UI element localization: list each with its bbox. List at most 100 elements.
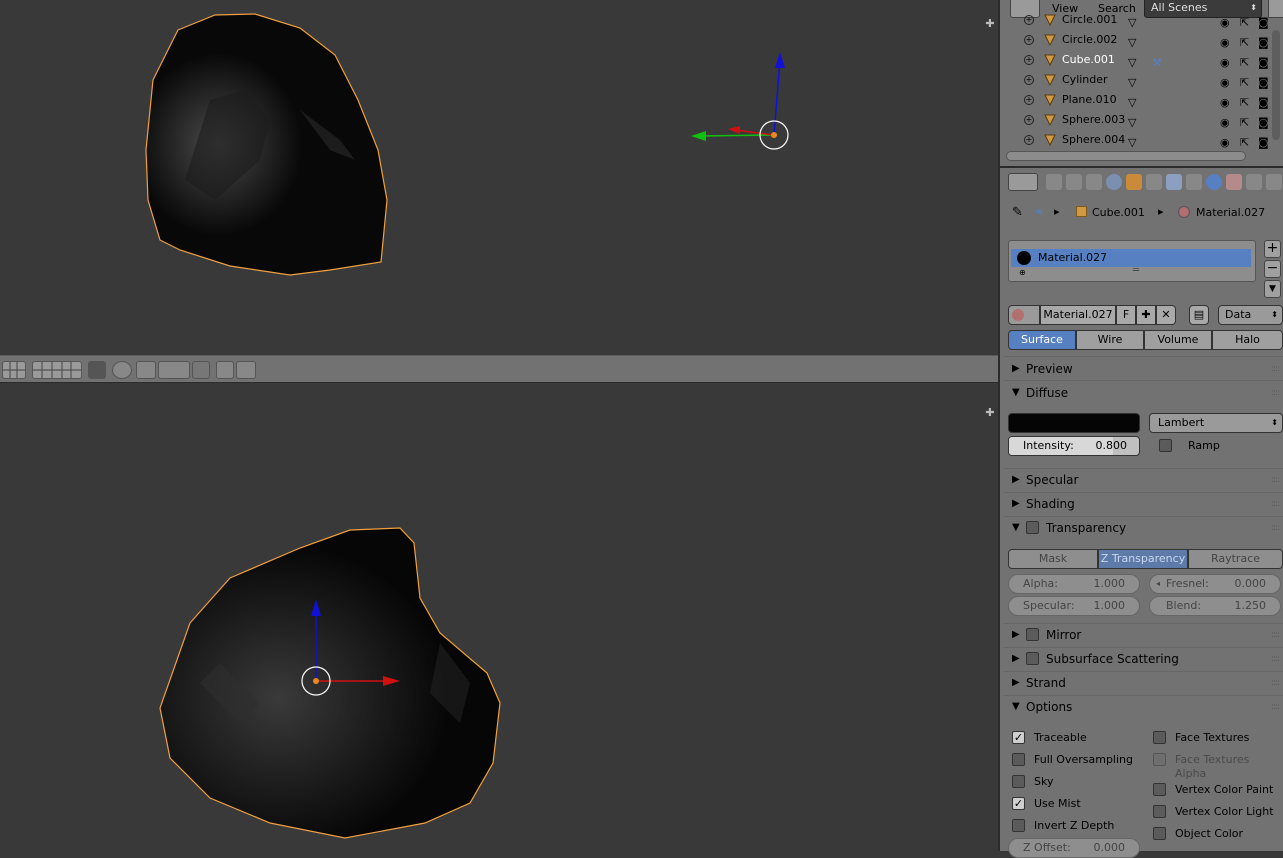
pin-icon[interactable]: ✎ bbox=[1012, 205, 1023, 220]
material-tab-icon[interactable] bbox=[1206, 174, 1222, 190]
sky-checkbox[interactable] bbox=[1012, 775, 1025, 788]
decrement-icon[interactable]: ◂ bbox=[1156, 575, 1160, 593]
copy-material-button[interactable]: ▤ bbox=[1189, 305, 1209, 325]
camera-icon[interactable]: ◙ bbox=[1258, 133, 1269, 153]
layer-grid-2[interactable] bbox=[32, 361, 82, 379]
lock-camera-icon[interactable] bbox=[88, 361, 106, 379]
properties-editor-dropdown[interactable] bbox=[1008, 173, 1038, 191]
outliner-row[interactable]: + Cylinder ▽ ◉ ⇱ ◙ bbox=[1000, 70, 1273, 90]
diffuse-shader-dropdown[interactable]: Lambert ⬍ bbox=[1149, 413, 1283, 433]
viewport-top[interactable]: ✚ bbox=[0, 0, 998, 355]
panel-sss[interactable]: ▶ Subsurface Scattering :::: bbox=[1006, 648, 1283, 670]
panel-grip-icon[interactable]: :::: bbox=[1271, 517, 1280, 539]
fake-user-button[interactable]: F bbox=[1116, 305, 1136, 325]
vertex-color-light-checkbox[interactable] bbox=[1153, 805, 1166, 818]
unlink-material-button[interactable]: ✕ bbox=[1156, 305, 1176, 325]
add-slot-button[interactable]: + bbox=[1264, 240, 1281, 258]
material-slot-selected[interactable]: Material.027 bbox=[1011, 249, 1251, 267]
diffuse-color-swatch[interactable] bbox=[1008, 413, 1140, 433]
list-expand-icon[interactable]: ⊕ bbox=[1019, 268, 1026, 277]
layer-grid-1[interactable] bbox=[2, 361, 26, 379]
panel-grip-icon[interactable]: :::: bbox=[1271, 493, 1280, 515]
panel-options[interactable]: ▼ Options :::: bbox=[1006, 696, 1283, 718]
viewport-corner-top[interactable]: ✚ bbox=[984, 18, 996, 30]
panel-grip-icon[interactable]: :::: bbox=[1271, 469, 1280, 491]
face-textures-checkbox[interactable] bbox=[1153, 731, 1166, 744]
viewport-bottom[interactable]: ✚ bbox=[0, 383, 998, 851]
constraints-tab-icon[interactable] bbox=[1146, 174, 1162, 190]
expand-icon[interactable]: + bbox=[1024, 55, 1034, 65]
world-tab-icon[interactable] bbox=[1106, 174, 1122, 190]
viewport-corner-bottom[interactable]: ✚ bbox=[984, 407, 996, 419]
particles-tab-icon[interactable] bbox=[1246, 174, 1262, 190]
outliner-row[interactable]: + Plane.010 ▽ ◉ ⇱ ◙ bbox=[1000, 90, 1273, 110]
panel-grip-icon[interactable]: :::: bbox=[1271, 672, 1280, 694]
tab-surface[interactable]: Surface bbox=[1008, 330, 1076, 350]
material-slot-list[interactable]: Material.027 ⊕ ═ bbox=[1008, 240, 1256, 282]
outliner-row[interactable]: + Circle.001 ▽ ◉ ⇱ ◙ bbox=[1000, 10, 1273, 30]
render-tab-icon[interactable] bbox=[1046, 174, 1062, 190]
tab-halo[interactable]: Halo bbox=[1212, 330, 1283, 350]
panel-grip-icon[interactable]: :::: bbox=[1271, 648, 1280, 670]
expand-icon[interactable]: + bbox=[1024, 135, 1034, 145]
blend-field[interactable]: Blend: 1.250 bbox=[1149, 596, 1281, 616]
tab-volume[interactable]: Volume bbox=[1144, 330, 1212, 350]
invert-z-checkbox[interactable] bbox=[1012, 819, 1025, 832]
panel-strand[interactable]: ▶ Strand :::: bbox=[1006, 672, 1283, 694]
fresnel-field[interactable]: ◂ Fresnel: 0.000 bbox=[1149, 574, 1281, 594]
panel-grip-icon[interactable]: :::: bbox=[1271, 382, 1280, 404]
slot-specials-button[interactable]: ▼ bbox=[1264, 280, 1281, 298]
ramp-checkbox[interactable] bbox=[1159, 439, 1172, 452]
use-mist-checkbox[interactable]: ✓ bbox=[1012, 797, 1025, 810]
mirror-checkbox[interactable] bbox=[1026, 628, 1039, 641]
outliner-scrollbar-h[interactable] bbox=[1006, 151, 1246, 161]
panel-grip-icon[interactable]: :::: bbox=[1271, 696, 1280, 718]
specular-alpha-field[interactable]: Specular: 1.000 bbox=[1008, 596, 1140, 616]
tab-wire[interactable]: Wire bbox=[1076, 330, 1144, 350]
panel-mirror[interactable]: ▶ Mirror :::: bbox=[1006, 624, 1283, 646]
physics-tab-icon[interactable] bbox=[1266, 174, 1282, 190]
render-layers-tab-icon[interactable] bbox=[1066, 174, 1082, 190]
expand-icon[interactable]: + bbox=[1024, 15, 1034, 25]
expand-icon[interactable]: + bbox=[1024, 75, 1034, 85]
object-color-checkbox[interactable] bbox=[1153, 827, 1166, 840]
link-dropdown[interactable]: Data ⬍ bbox=[1218, 305, 1283, 325]
panel-preview[interactable]: ▶ Preview :::: bbox=[1006, 358, 1283, 380]
transparency-checkbox[interactable] bbox=[1026, 521, 1039, 534]
outliner-scrollbar-v[interactable] bbox=[1272, 30, 1280, 140]
sss-checkbox[interactable] bbox=[1026, 652, 1039, 665]
new-material-button[interactable]: ✚ bbox=[1136, 305, 1156, 325]
panel-transparency[interactable]: ▼ Transparency :::: bbox=[1006, 517, 1283, 539]
modifiers-tab-icon[interactable] bbox=[1166, 174, 1182, 190]
trans-mode-ztrans[interactable]: Z Transparency bbox=[1098, 549, 1188, 569]
expand-icon[interactable]: + bbox=[1024, 35, 1034, 45]
panel-specular[interactable]: ▶ Specular :::: bbox=[1006, 469, 1283, 491]
data-tab-icon[interactable] bbox=[1186, 174, 1202, 190]
texture-tab-icon[interactable] bbox=[1226, 174, 1242, 190]
trans-mode-raytrace[interactable]: Raytrace bbox=[1188, 549, 1283, 569]
pivot-icon[interactable] bbox=[112, 361, 132, 379]
trans-mode-mask[interactable]: Mask bbox=[1008, 549, 1098, 569]
alpha-field[interactable]: Alpha: 1.000 bbox=[1008, 574, 1140, 594]
remove-slot-button[interactable]: − bbox=[1264, 260, 1281, 278]
panel-diffuse[interactable]: ▼ Diffuse :::: bbox=[1006, 382, 1283, 404]
intensity-slider[interactable]: Intensity: 0.800 bbox=[1008, 436, 1140, 456]
outliner-row[interactable]: + Sphere.003 ▽ ◉ ⇱ ◙ bbox=[1000, 110, 1273, 130]
outliner-row[interactable]: + Cube.001 ▽ ◉ ⇱ ◙ ⚒ bbox=[1000, 50, 1273, 70]
object-tab-icon[interactable] bbox=[1126, 174, 1142, 190]
list-resize-grip[interactable]: ═ bbox=[1133, 265, 1139, 276]
outliner-row[interactable]: + Sphere.004 ▽ ◉ ⇱ ◙ bbox=[1000, 130, 1273, 150]
material-browse-button[interactable] bbox=[1008, 305, 1040, 325]
expand-icon[interactable]: + bbox=[1024, 95, 1034, 105]
render-icon[interactable] bbox=[216, 361, 234, 379]
panel-shading[interactable]: ▶ Shading :::: bbox=[1006, 493, 1283, 515]
outliner-row[interactable]: + Circle.002 ▽ ◉ ⇱ ◙ bbox=[1000, 30, 1273, 50]
z-offset-field[interactable]: Z Offset: 0.000 bbox=[1008, 838, 1140, 858]
panel-grip-icon[interactable]: :::: bbox=[1271, 624, 1280, 646]
scene-tab-icon[interactable] bbox=[1086, 174, 1102, 190]
material-name-field[interactable]: Material.027 bbox=[1040, 305, 1116, 325]
full-oversampling-checkbox[interactable] bbox=[1012, 753, 1025, 766]
panel-grip-icon[interactable]: :::: bbox=[1271, 358, 1280, 380]
snap-element-dropdown[interactable] bbox=[158, 361, 190, 379]
snap-target-icon[interactable] bbox=[192, 361, 210, 379]
